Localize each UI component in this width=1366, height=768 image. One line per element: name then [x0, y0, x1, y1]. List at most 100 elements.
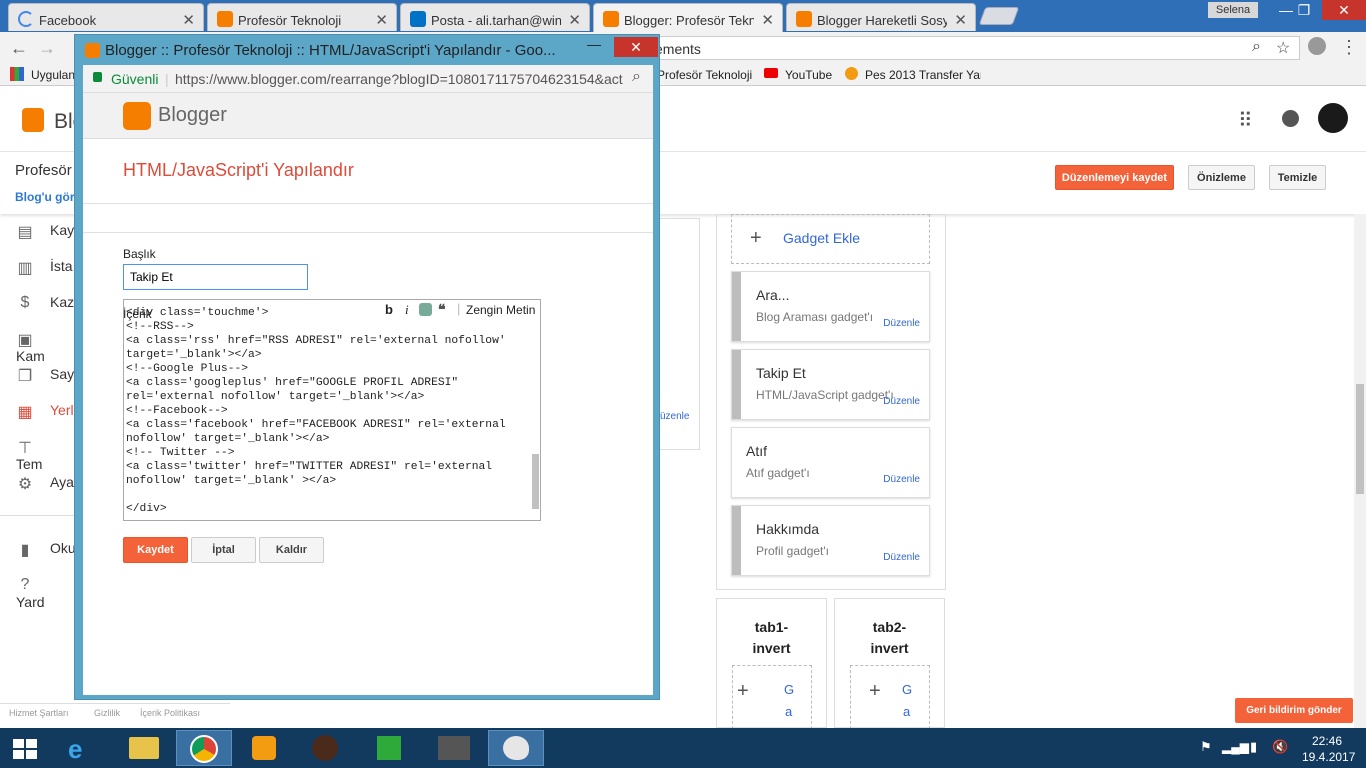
sidebar-item-campaigns[interactable]: ▣Kam	[16, 330, 76, 364]
avatar[interactable]	[1318, 103, 1348, 133]
cancel-button[interactable]: İptal	[191, 537, 256, 563]
close-icon[interactable]: ✕	[182, 11, 195, 29]
edit-link-partial[interactable]: üzenle	[660, 411, 689, 422]
action-center-flag-icon[interactable]: ⚑	[1200, 739, 1212, 755]
close-icon[interactable]: ✕	[954, 11, 967, 29]
extension-icon[interactable]	[1308, 37, 1326, 55]
apps-icon[interactable]: ⠿	[1238, 108, 1253, 133]
sidebar-item-theme[interactable]: ⊤Tem	[16, 438, 76, 472]
minimize-icon[interactable]: —	[587, 36, 601, 52]
taskbar-game[interactable]	[298, 730, 350, 766]
start-button[interactable]	[0, 730, 50, 766]
gadget-follow[interactable]: Takip Et HTML/JavaScript gadget'ı Düzenl…	[731, 349, 930, 420]
menu-icon[interactable]: ⋮	[1340, 37, 1358, 58]
textarea-scrollbar-thumb[interactable]	[532, 454, 539, 509]
taskbar-explorer[interactable]	[118, 730, 170, 766]
omnibox[interactable]: ements ⌕ ☆	[650, 36, 1300, 60]
clock-time[interactable]: 22:46	[1312, 734, 1342, 748]
apps-grid-icon[interactable]	[10, 67, 24, 81]
gadget-edit-link[interactable]: Düzenle	[883, 474, 920, 485]
title-input[interactable]	[123, 264, 308, 290]
gadget-search[interactable]: Ara... Blog Araması gadget'ı Düzenle	[731, 271, 930, 342]
bookmark-star-icon[interactable]: ☆	[1276, 38, 1290, 58]
add-gadget-box[interactable]: + G a	[732, 665, 812, 729]
blog-title: Profesör	[15, 162, 72, 179]
add-gadget-box[interactable]: + Gadget Ekle	[731, 214, 930, 264]
tab-profesor-teknoloji[interactable]: Profesör Teknoloji ✕	[207, 3, 397, 31]
sidebar-item-help[interactable]: ?Yard	[16, 576, 76, 610]
sidebar-item-pages[interactable]: ❐ Say	[16, 366, 76, 386]
add-gadget-link[interactable]: Gadget Ekle	[783, 230, 860, 246]
add-gadget-link-2[interactable]: a	[903, 704, 910, 719]
gadget-about[interactable]: Hakkımda Profil gadget'ı Düzenle	[731, 505, 930, 576]
sidebar-item-stats[interactable]: ▥ İsta	[16, 258, 76, 278]
tab-label: Blogger: Profesör Teknol	[624, 13, 754, 28]
bookmark-pes[interactable]: Pes 2013 Transfer Yar	[865, 68, 981, 82]
restore-icon[interactable]: ❐	[1288, 0, 1320, 20]
taskbar-pes[interactable]	[428, 730, 480, 766]
close-window-icon[interactable]: ✕	[614, 37, 658, 57]
new-tab-button[interactable]	[978, 7, 1020, 25]
save-arrangement-button[interactable]: Düzenlemeyi kaydet	[1055, 165, 1174, 190]
popup-url[interactable]: https://www.blogger.com/rearrange?blogID…	[175, 71, 627, 87]
view-blog-link[interactable]: Blog'u görü	[15, 190, 82, 204]
drag-handle[interactable]	[732, 272, 741, 341]
remove-button[interactable]: Kaldır	[259, 537, 324, 563]
tab1-invert-panel: tab1- invert + G a	[716, 598, 827, 729]
layout-icon: ▦	[17, 404, 33, 422]
taskbar-ie[interactable]: e	[58, 730, 110, 766]
add-gadget-link[interactable]: G	[784, 682, 794, 697]
back-icon[interactable]: ←	[10, 38, 28, 59]
sidebar-item-posts[interactable]: ▤ Kay	[16, 222, 76, 242]
network-icon[interactable]: ▂▄▆	[1222, 740, 1249, 754]
tab-blogger-active[interactable]: Blogger: Profesör Teknol ✕	[593, 3, 783, 32]
taskbar-chrome[interactable]	[176, 730, 232, 766]
bookmark-profesor[interactable]: Profesör Teknoloji	[657, 68, 752, 82]
add-gadget-link-2[interactable]: a	[785, 704, 792, 719]
sidebar-item-earnings[interactable]: $ Kaz	[16, 294, 76, 314]
battery-icon[interactable]: ▮	[1250, 739, 1257, 755]
zoom-icon[interactable]: ⌕	[632, 68, 641, 86]
scrollbar-thumb[interactable]	[1356, 384, 1364, 494]
content-textarea[interactable]: <div class='touchme'> <!--RSS--> <a clas…	[123, 299, 541, 521]
clear-button[interactable]: Temizle	[1269, 165, 1326, 190]
blogger-logo-icon[interactable]	[22, 108, 44, 132]
sidebar-item-layout[interactable]: ▦ Yerl	[16, 402, 76, 422]
zoom-icon[interactable]: ⌕	[1252, 38, 1261, 56]
taskbar-paint[interactable]	[488, 730, 544, 766]
tab-facebook[interactable]: Facebook ✕	[8, 3, 204, 31]
gadget-edit-link[interactable]: Düzenle	[883, 552, 920, 563]
add-gadget-box[interactable]: + G a	[850, 665, 930, 729]
gadget-edit-link[interactable]: Düzenle	[883, 396, 920, 407]
forward-icon[interactable]: →	[38, 38, 56, 59]
terms-link[interactable]: Hizmet Şartları	[9, 708, 69, 718]
bookmark-youtube[interactable]: YouTube	[785, 68, 832, 82]
gadget-attribution[interactable]: Atıf Atıf gadget'ı Düzenle	[731, 427, 930, 498]
sidebar-item-reading-list[interactable]: ▮ Oku	[16, 540, 76, 560]
privacy-link[interactable]: Gizlilik	[94, 708, 120, 718]
add-gadget-link[interactable]: G	[902, 682, 912, 697]
gadget-edit-link[interactable]: Düzenle	[883, 318, 920, 329]
bookmark-apps[interactable]: Uygulan	[31, 68, 75, 82]
preview-button[interactable]: Önizleme	[1188, 165, 1255, 190]
close-icon[interactable]: ✕	[761, 11, 774, 29]
clock-date[interactable]: 19.4.2017	[1302, 750, 1355, 764]
close-icon[interactable]: ✕	[568, 11, 581, 29]
volume-muted-icon[interactable]: 🔇	[1272, 739, 1288, 755]
taskbar-store[interactable]	[362, 730, 414, 766]
sidebar-item-settings[interactable]: ⚙ Aya	[16, 474, 76, 494]
drag-handle[interactable]	[732, 350, 741, 419]
close-icon[interactable]: ✕	[375, 11, 388, 29]
tab-blogger-sosyal[interactable]: Blogger Hareketli Sosyal ✕	[786, 3, 976, 31]
profile-badge[interactable]: Selena	[1208, 2, 1258, 18]
page-scrollbar[interactable]	[1354, 214, 1366, 728]
drag-handle[interactable]	[732, 506, 741, 575]
taskbar-media[interactable]	[238, 730, 290, 766]
notifications-icon[interactable]	[1282, 110, 1299, 127]
pes-game-icon	[438, 736, 470, 760]
content-policy-link[interactable]: İçerik Politikası	[140, 708, 200, 718]
feedback-button[interactable]: Geri bildirim gönder	[1235, 698, 1353, 723]
tab-outlook-mail[interactable]: Posta - ali.tarhan@windo ✕	[400, 3, 590, 31]
close-window-icon[interactable]: ✕	[1322, 0, 1366, 20]
save-button[interactable]: Kaydet	[123, 537, 188, 563]
